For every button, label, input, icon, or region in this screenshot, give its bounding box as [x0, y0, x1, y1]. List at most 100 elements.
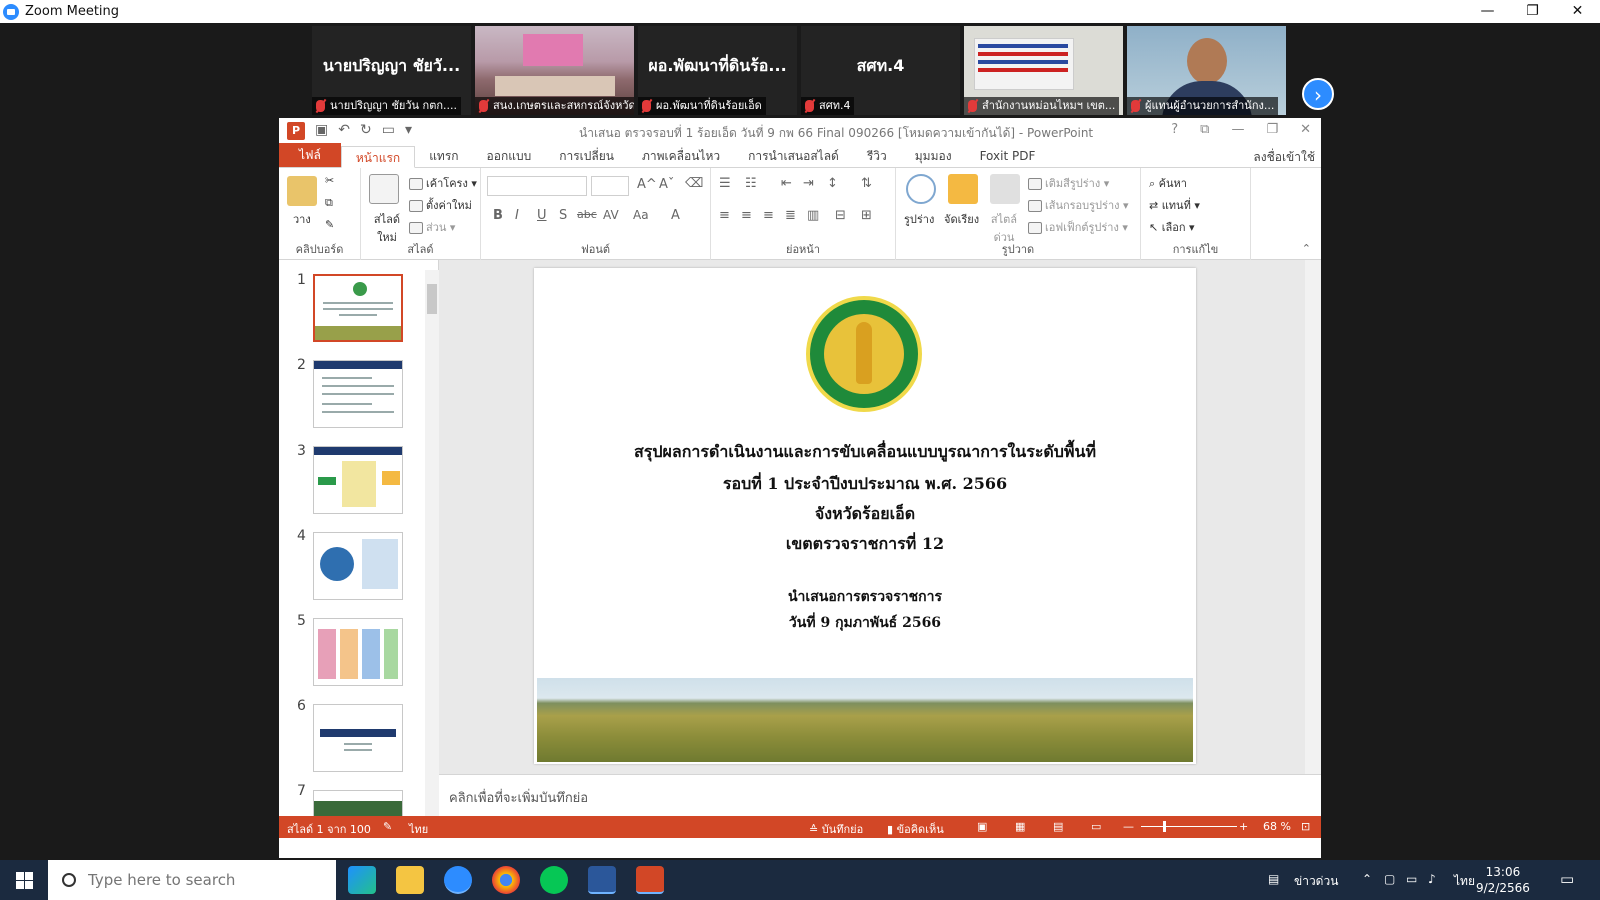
network-icon[interactable]: ▭: [1406, 872, 1417, 886]
current-slide[interactable]: สรุปผลการดำเนินงานและการขับเคลื่อนแบบบูร…: [534, 268, 1196, 764]
char-spacing-button[interactable]: AV: [603, 208, 619, 222]
news-widget[interactable]: ข่าวด่วน: [1294, 872, 1338, 891]
cut-icon[interactable]: ✂: [325, 174, 334, 187]
participant-tile[interactable]: สศท.4 สศท.4: [801, 26, 960, 115]
align-text-icon[interactable]: ⊟: [835, 208, 846, 223]
close-button[interactable]: ✕: [1555, 0, 1600, 23]
numbering-icon[interactable]: ☷: [745, 176, 757, 191]
line-app-icon[interactable]: [540, 866, 568, 894]
signin-link[interactable]: ลงชื่อเข้าใช้: [1253, 148, 1315, 167]
slide-thumbnail[interactable]: [313, 618, 403, 686]
tab-slideshow[interactable]: การนำเสนอสไลด์: [734, 145, 853, 167]
increase-indent-icon[interactable]: ⇥: [803, 176, 814, 191]
tab-animations[interactable]: ภาพเคลื่อนไหว: [628, 145, 734, 167]
start-button[interactable]: [0, 860, 48, 900]
participant-tile[interactable]: ผอ.พัฒนาที่ดินร้อ... ผอ.พัฒนาที่ดินร้อยเ…: [638, 26, 797, 115]
slideshow-icon[interactable]: ▭: [382, 122, 395, 140]
undo-icon[interactable]: ↶: [338, 122, 350, 140]
spellcheck-icon[interactable]: ✎: [383, 820, 392, 833]
help-button[interactable]: ?: [1171, 122, 1178, 137]
paste-button[interactable]: วาง: [293, 210, 311, 228]
thumbnail-scrollbar[interactable]: [425, 270, 439, 816]
participant-tile[interactable]: นายปริญญา ชัยวั... นายปริญญา ชัยวัน กตก.…: [312, 26, 471, 115]
shrink-font-button[interactable]: Aˇ: [659, 177, 674, 192]
edge-icon[interactable]: [348, 866, 376, 894]
zoom-slider[interactable]: [1141, 826, 1237, 827]
zoom-level[interactable]: 68 %: [1263, 820, 1291, 833]
input-language[interactable]: ไทย: [1454, 872, 1475, 891]
columns-icon[interactable]: ▥: [807, 208, 819, 223]
font-size-box[interactable]: [591, 176, 629, 196]
shape-fill-button[interactable]: เติมสีรูปร่าง ▾: [1028, 174, 1109, 192]
layout-button[interactable]: เค้าโครง ▾: [409, 174, 477, 192]
smartart-icon[interactable]: ⊞: [861, 208, 872, 223]
close-button[interactable]: ✕: [1300, 122, 1311, 137]
chevron-up-icon[interactable]: ⌃: [1362, 872, 1372, 886]
tab-file[interactable]: ไฟล์: [279, 143, 341, 167]
volume-icon[interactable]: ♪: [1428, 872, 1436, 886]
line-spacing-icon[interactable]: ↕: [827, 176, 838, 191]
collapse-ribbon-icon[interactable]: ⌃: [1302, 242, 1311, 255]
search-input[interactable]: [88, 871, 328, 889]
decrease-indent-icon[interactable]: ⇤: [781, 176, 792, 191]
slide-thumbnail[interactable]: [313, 274, 403, 342]
new-slide-icon[interactable]: [369, 174, 399, 204]
tab-home[interactable]: หน้าแรก: [340, 146, 416, 168]
customize-toolbar-icon[interactable]: ▾: [405, 122, 412, 140]
slide-thumbnail[interactable]: [313, 446, 403, 514]
align-left-icon[interactable]: ≡: [719, 208, 730, 223]
italic-button[interactable]: I: [515, 208, 519, 223]
tab-design[interactable]: ออกแบบ: [473, 145, 546, 167]
section-button[interactable]: ส่วน ▾: [409, 218, 455, 236]
clear-format-icon[interactable]: ⌫: [685, 176, 703, 191]
ribbon-display-button[interactable]: ⧉: [1200, 122, 1209, 137]
normal-view-icon[interactable]: ▣: [977, 820, 987, 833]
taskbar-search[interactable]: [48, 860, 336, 900]
shapes-button[interactable]: รูปร่าง: [904, 210, 934, 228]
shadow-button[interactable]: S: [559, 208, 567, 223]
restore-button[interactable]: ❐: [1510, 0, 1555, 23]
participant-tile[interactable]: สำนักงานหม่อนไหมฯ เขต...: [964, 26, 1123, 115]
tab-transitions[interactable]: การเปลี่ยน: [545, 145, 628, 167]
shape-outline-button[interactable]: เส้นกรอบรูปร่าง ▾: [1028, 196, 1129, 214]
strikethrough-button[interactable]: abc: [577, 208, 597, 221]
fit-slide-icon[interactable]: ⊡: [1301, 820, 1310, 833]
minimize-button[interactable]: —: [1465, 0, 1510, 23]
copy-icon[interactable]: ⧉: [325, 196, 333, 210]
bullets-icon[interactable]: ☰: [719, 176, 731, 191]
quick-styles-icon[interactable]: [990, 174, 1020, 204]
zoom-slider-handle[interactable]: [1163, 821, 1166, 832]
notes-pane[interactable]: คลิกเพื่อที่จะเพิ่มบันทึกย่อ: [439, 774, 1321, 816]
redo-icon[interactable]: ↻: [360, 122, 372, 140]
chrome-icon[interactable]: [492, 866, 520, 894]
underline-button[interactable]: U: [537, 208, 547, 223]
arrange-button[interactable]: จัดเรียง: [944, 210, 979, 228]
arrange-icon[interactable]: [948, 174, 978, 204]
paste-icon[interactable]: [287, 176, 317, 206]
powerpoint-icon[interactable]: [636, 866, 664, 894]
notification-icon[interactable]: ▭: [1560, 870, 1574, 888]
zoom-in-button[interactable]: +: [1239, 820, 1248, 833]
participant-tile[interactable]: ผู้แทนผู้อำนวยการสำนักง...: [1127, 26, 1286, 115]
zoom-app-icon[interactable]: [444, 866, 472, 894]
slide-thumbnail[interactable]: [313, 360, 403, 428]
tab-review[interactable]: รีวิว: [853, 145, 901, 167]
language-indicator[interactable]: ไทย: [409, 820, 428, 838]
taskbar-clock[interactable]: 13:06 9/2/2566: [1476, 864, 1530, 896]
reset-button[interactable]: ตั้งค่าใหม่: [409, 196, 472, 214]
tab-view[interactable]: มุมมอง: [901, 145, 966, 167]
next-participants-button[interactable]: ›: [1302, 78, 1334, 110]
text-direction-icon[interactable]: ⇅: [861, 176, 872, 191]
find-button[interactable]: ⌕ ค้นหา: [1149, 174, 1187, 192]
tab-insert[interactable]: แทรก: [415, 145, 472, 167]
news-widget-icon[interactable]: ▤: [1268, 872, 1279, 886]
justify-icon[interactable]: ≣: [785, 208, 796, 223]
slide-thumbnail[interactable]: [313, 704, 403, 772]
file-explorer-icon[interactable]: [396, 866, 424, 894]
tab-foxit-pdf[interactable]: Foxit PDF: [966, 145, 1050, 167]
zoom-out-button[interactable]: —: [1123, 820, 1134, 833]
grow-font-button[interactable]: A^: [637, 177, 657, 192]
align-right-icon[interactable]: ≡: [763, 208, 774, 223]
word-icon[interactable]: [588, 866, 616, 894]
reading-view-icon[interactable]: ▤: [1053, 820, 1063, 833]
